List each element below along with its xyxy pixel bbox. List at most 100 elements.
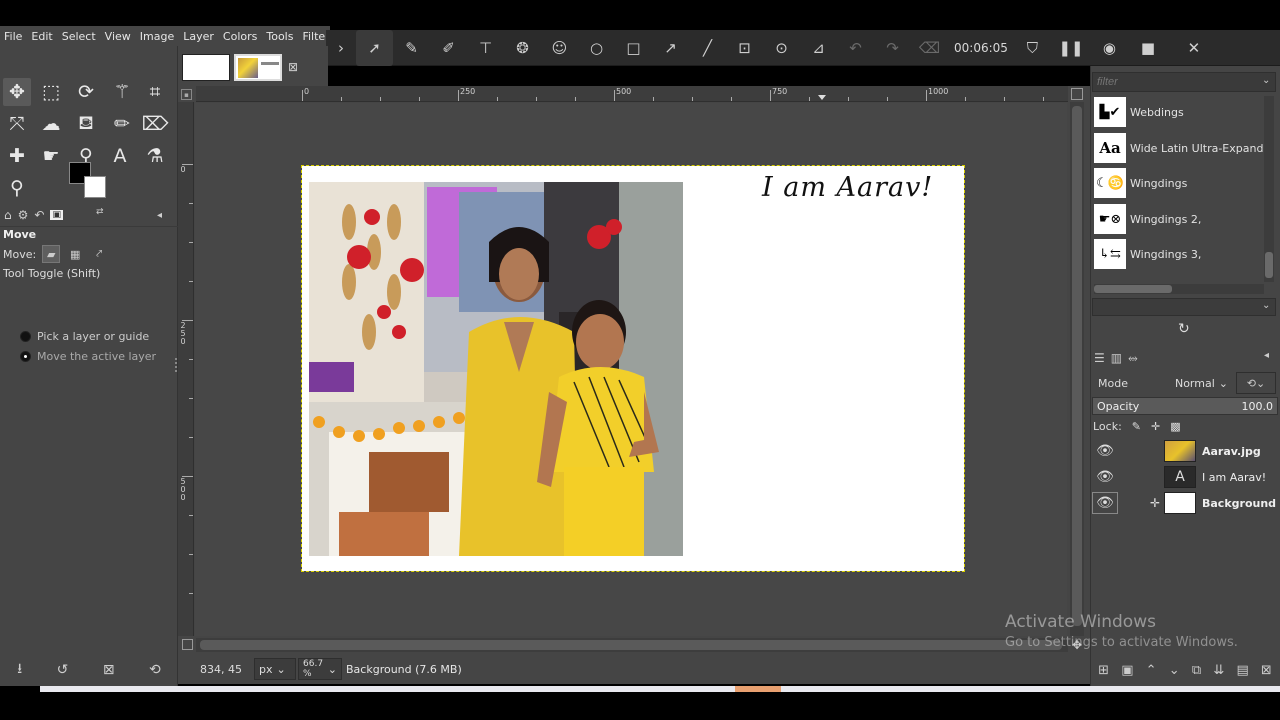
lock-alpha-icon[interactable]: ▩ bbox=[1170, 420, 1180, 433]
font-filter-input[interactable] bbox=[1092, 72, 1276, 92]
emoji-icon[interactable]: ☺ bbox=[541, 30, 578, 66]
arrow-icon[interactable]: ↗ bbox=[652, 30, 689, 66]
eraser-icon[interactable]: ⌦ bbox=[141, 110, 169, 138]
close-icon[interactable]: ✕ bbox=[1168, 30, 1220, 66]
chevron-right-icon[interactable]: › bbox=[326, 30, 356, 66]
reset-options-icon[interactable]: ⟲ bbox=[149, 662, 161, 678]
composite-mode-select[interactable]: ⟲ ⌄ bbox=[1236, 372, 1276, 394]
chevron-down-icon[interactable]: ⌄ bbox=[1262, 75, 1270, 86]
duplicate-layer-icon[interactable]: ⧉ bbox=[1192, 663, 1201, 678]
menu-colors[interactable]: Colors bbox=[223, 30, 257, 43]
zoom-icon[interactable]: ⊙ bbox=[763, 30, 800, 66]
crop-icon[interactable]: ⌗ bbox=[141, 78, 169, 106]
eye-icon[interactable]: 👁 bbox=[1092, 469, 1118, 485]
chevron-down-icon[interactable]: ⌄ bbox=[1262, 300, 1270, 311]
eye-icon[interactable]: 👁 bbox=[1092, 492, 1118, 514]
line-icon[interactable]: ╱ bbox=[689, 30, 726, 66]
color-picker-icon[interactable]: ⚗ bbox=[141, 142, 169, 170]
radio-move-active-layer[interactable]: Move the active layer bbox=[20, 350, 156, 363]
square-icon[interactable]: □ bbox=[615, 30, 652, 66]
unit-select[interactable]: px ⌄ bbox=[254, 658, 296, 680]
radio-pick-layer-dot[interactable] bbox=[20, 331, 31, 342]
font-item-wingdings[interactable]: ☾♋ Wingdings bbox=[1094, 166, 1264, 200]
heal-icon[interactable]: ✚ bbox=[3, 142, 31, 170]
tool-options-tab-icon[interactable]: ⌂ bbox=[4, 208, 12, 222]
font-item-wingdings-2[interactable]: ☛⊗ Wingdings 2, bbox=[1094, 202, 1264, 236]
magnify-icon[interactable]: ⚲ bbox=[3, 174, 31, 202]
text-box-icon[interactable]: ⊤ bbox=[467, 30, 504, 66]
fonts-horizontal-scrollbar[interactable] bbox=[1094, 284, 1264, 294]
circle-icon[interactable]: ○ bbox=[578, 30, 615, 66]
close-tab-icon[interactable]: ⊠ bbox=[288, 60, 298, 74]
fonts-horizontal-scrollbar-thumb[interactable] bbox=[1094, 285, 1172, 293]
clear-icon[interactable]: ⌫ bbox=[911, 30, 948, 66]
layer-row[interactable]: 👁 A I am Aarav! bbox=[1092, 464, 1278, 490]
stop-icon[interactable]: ■ bbox=[1128, 30, 1168, 66]
pane-resize-handle[interactable] bbox=[175, 358, 177, 372]
images-tab-icon[interactable]: ▣ bbox=[50, 210, 63, 220]
zoom-to-fit-icon[interactable] bbox=[1071, 88, 1083, 100]
pen-icon[interactable]: ✎ bbox=[393, 30, 430, 66]
menu-file[interactable]: File bbox=[4, 30, 22, 43]
vertical-scrollbar-thumb[interactable] bbox=[1072, 106, 1082, 626]
delete-options-icon[interactable]: ⊠ bbox=[103, 662, 115, 678]
layer-row[interactable]: 👁 Aarav.jpg bbox=[1092, 438, 1278, 464]
record-icon[interactable]: ◉ bbox=[1091, 30, 1128, 66]
menu-edit[interactable]: Edit bbox=[31, 30, 52, 43]
fonts-vertical-scrollbar[interactable] bbox=[1264, 96, 1274, 282]
font-item-wingdings-3[interactable]: ↳⇆ Wingdings 3, bbox=[1094, 237, 1264, 271]
layer-row[interactable]: 👁 ✛ Background bbox=[1092, 490, 1278, 516]
fonts-vertical-scrollbar-thumb[interactable] bbox=[1265, 252, 1273, 278]
menu-tools[interactable]: Tools bbox=[266, 30, 293, 43]
mask-layer-icon[interactable]: ▤ bbox=[1236, 663, 1248, 678]
quick-mask-toggle-icon[interactable]: ▪ bbox=[181, 89, 192, 100]
lower-layer-icon[interactable]: ⌄ bbox=[1169, 663, 1180, 678]
opacity-slider[interactable]: Opacity 100.0 bbox=[1092, 397, 1278, 415]
new-layer-group-icon[interactable]: ▣ bbox=[1121, 663, 1133, 678]
warp-icon[interactable]: ☁ bbox=[37, 110, 65, 138]
undo-history-tab-icon[interactable]: ↶ bbox=[34, 208, 44, 222]
pause-icon[interactable]: ❚❚ bbox=[1051, 30, 1091, 66]
taskbar-active-app[interactable] bbox=[735, 686, 781, 692]
lasso-icon[interactable]: ⟳ bbox=[72, 78, 100, 106]
layers-tab-icon[interactable]: ☰ bbox=[1094, 351, 1105, 365]
image-tab-2[interactable] bbox=[234, 54, 282, 81]
move-layer-mode-icon[interactable]: ▰ bbox=[42, 245, 61, 263]
redo-icon[interactable]: ↷ bbox=[874, 30, 911, 66]
highlighter-icon[interactable]: ✐ bbox=[430, 30, 467, 66]
focus-icon[interactable]: ⊡ bbox=[726, 30, 763, 66]
menu-image[interactable]: Image bbox=[140, 30, 174, 43]
channels-tab-icon[interactable]: ▥ bbox=[1111, 351, 1122, 365]
paintbrush-icon[interactable]: ✏ bbox=[108, 110, 136, 138]
restore-options-icon[interactable]: ↺ bbox=[57, 662, 69, 678]
dock-config-icon[interactable]: ◂ bbox=[1264, 350, 1269, 361]
lock-position-icon[interactable]: ✛ bbox=[1151, 420, 1160, 433]
padding-toggle-icon[interactable] bbox=[182, 639, 193, 650]
bucket-fill-icon[interactable]: ⛾ bbox=[72, 110, 100, 138]
rect-select-icon[interactable]: ⬚ bbox=[37, 78, 65, 106]
horizontal-ruler[interactable]: 0 250 500 750 1000 bbox=[196, 86, 1068, 102]
fuzzy-select-icon[interactable]: ⚚ bbox=[108, 78, 136, 106]
vertical-ruler[interactable]: 0 250 500 bbox=[178, 102, 194, 636]
menu-layer[interactable]: Layer bbox=[183, 30, 214, 43]
delete-layer-icon[interactable]: ⊠ bbox=[1261, 663, 1272, 678]
lock-pixels-icon[interactable]: ✎ bbox=[1132, 420, 1141, 433]
mode-select[interactable]: Normal ⌄ bbox=[1164, 372, 1232, 394]
font-item-webdings[interactable]: ▙✔ Webdings bbox=[1094, 95, 1264, 129]
radio-pick-layer[interactable]: Pick a layer or guide bbox=[20, 330, 149, 343]
menu-select[interactable]: Select bbox=[62, 30, 96, 43]
vertical-scrollbar[interactable] bbox=[1070, 102, 1084, 636]
smudge-icon[interactable]: ☛ bbox=[37, 142, 65, 170]
move-path-mode-icon[interactable]: ⤤ bbox=[90, 245, 108, 263]
merge-layer-icon[interactable]: ⇊ bbox=[1213, 663, 1224, 678]
undo-icon[interactable]: ↶ bbox=[837, 30, 874, 66]
text-tool-icon[interactable]: A bbox=[106, 142, 134, 170]
menu-view[interactable]: View bbox=[105, 30, 131, 43]
pointer-icon[interactable]: ➚ bbox=[356, 29, 393, 66]
transform-icon[interactable]: ⤧ bbox=[3, 110, 31, 138]
font-item-wide-latin[interactable]: Aa Wide Latin Ultra-Expanded bbox=[1094, 131, 1264, 165]
eye-icon[interactable]: 👁 bbox=[1092, 443, 1118, 459]
image-tab-1[interactable] bbox=[182, 54, 230, 81]
new-layer-icon[interactable]: ⊞ bbox=[1098, 663, 1109, 678]
fonts-view-select[interactable] bbox=[1092, 298, 1276, 316]
